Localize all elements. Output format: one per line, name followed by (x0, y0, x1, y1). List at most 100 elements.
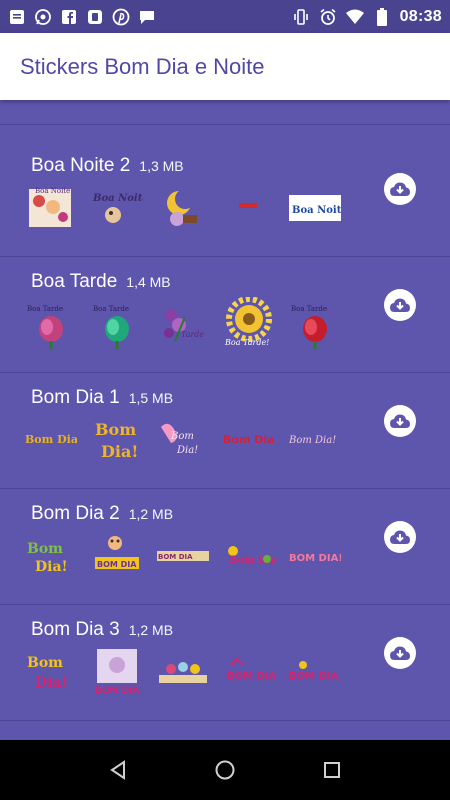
svg-text:Dia!: Dia! (35, 559, 68, 575)
download-button[interactable] (384, 521, 416, 553)
pack-size: 1,3 MB (139, 158, 184, 174)
sticker-pack-row[interactable]: Bom Dia 2 1,2 MB Bom Dia! BOM DIA BOM DIA … (0, 489, 450, 605)
cloud-download-icon (390, 530, 410, 544)
sticker-preview: BOM DIA (91, 529, 143, 581)
sticker-preview: Boa Noite (289, 181, 341, 233)
svg-text:Boa Noite: Boa Noite (35, 187, 70, 195)
sticker-pack-row[interactable]: Boa Tarde 1,4 MB Boa Tarde Boa Tarde Tard… (0, 257, 450, 373)
download-button[interactable] (384, 289, 416, 321)
svg-text:Boa Noite: Boa Noite (292, 205, 341, 216)
sticker-preview: Bom Dia! (25, 529, 77, 581)
pinterest-icon (112, 8, 130, 26)
download-button[interactable] (384, 637, 416, 669)
sticker-pack-row[interactable]: Boa Noite 2 1,3 MB Boa Noite Boa Noite Bo… (0, 141, 450, 257)
sticker-pack-row[interactable] (0, 721, 450, 740)
svg-text:Dia!: Dia! (35, 675, 68, 691)
svg-text:BOM DIA!: BOM DIA! (289, 553, 341, 564)
pack-title-line: Boa Tarde 1,4 MB (31, 271, 171, 293)
sticker-preview: BOM DIA! (289, 529, 341, 581)
sticker-preview: Boa Noite (25, 181, 77, 233)
svg-text:BOM DIA: BOM DIA (95, 686, 139, 696)
sticker-preview: Tarde (157, 297, 209, 349)
sticker-preview: Bom Dia (223, 529, 275, 581)
sticker-preview: Bom Dia! (223, 413, 275, 465)
pack-size: 1,2 MB (128, 622, 174, 638)
sticker-preview: Boa Noite (91, 181, 143, 233)
svg-text:Bom: Bom (95, 420, 136, 439)
home-circle-icon (215, 760, 235, 780)
sticker-preview: BOM DIA (289, 645, 341, 697)
sticker-pack-row[interactable]: Bom Dia 1 1,5 MB Bom Dia! Bom Dia! Bom Dia!… (0, 373, 450, 489)
sticker-previews: Boa Noite Boa Noite Boa Noite (25, 181, 341, 233)
sticker-previews: Bom Dia! BOM DIA BOM DIA Bom Dia BOM DIA! (25, 529, 341, 581)
svg-text:Bom: Bom (170, 431, 194, 442)
pack-name: Boa Noite 2 (31, 155, 131, 176)
recents-square-icon (323, 762, 340, 778)
back-triangle-icon (110, 760, 126, 780)
svg-text:Boa Tarde: Boa Tarde (27, 305, 63, 313)
message-icon (8, 8, 26, 26)
alarm-icon (319, 8, 337, 26)
svg-text:Boa Noite: Boa Noite (92, 193, 143, 204)
svg-text:BOM DIA: BOM DIA (289, 671, 339, 682)
svg-text:Boa Tarde: Boa Tarde (291, 305, 327, 313)
download-button[interactable] (384, 173, 416, 205)
sticker-previews: Bom Dia! BOM DIA BOM DIA BOM DIA (25, 645, 341, 697)
clock: 08:38 (399, 7, 442, 25)
app-bar: Stickers Bom Dia e Noite (0, 33, 450, 100)
sticker-previews: Boa Tarde Boa Tarde Tarde Boa Tarde! Boa… (25, 297, 341, 349)
facebook-icon (60, 8, 78, 26)
system-nav-bar (0, 740, 450, 800)
svg-text:Dia!: Dia! (101, 442, 138, 461)
vibrate-icon (292, 8, 310, 26)
sticker-preview: Boa Tarde (91, 297, 143, 349)
svg-text:Bom: Bom (27, 541, 63, 557)
pack-title-line: Bom Dia 2 1,2 MB (31, 503, 173, 525)
sticker-preview: BOM DIA (223, 645, 275, 697)
app-icon (86, 8, 104, 26)
sticker-pack-row[interactable]: Bom Dia 3 1,2 MB Bom Dia! BOM DIA BOM DIA … (0, 605, 450, 721)
sticker-preview: Bom Dia! (25, 645, 77, 697)
status-bar: 08:38 (0, 0, 450, 33)
sticker-preview: Bom Dia! (289, 413, 341, 465)
sticker-preview: Boa Tarde (289, 297, 341, 349)
pack-title-line: Bom Dia 3 1,2 MB (31, 619, 173, 641)
sticker-preview: Boa Tarde! (223, 297, 275, 349)
svg-text:Bom: Bom (27, 655, 63, 671)
sticker-preview: BOM DIA (157, 529, 209, 581)
svg-text:Tarde: Tarde (181, 330, 204, 339)
svg-text:Bom Dia!: Bom Dia! (223, 433, 275, 446)
home-button[interactable] (205, 750, 245, 790)
chat-icon (138, 8, 156, 26)
sticker-preview: Boa Tarde (25, 297, 77, 349)
cloud-download-icon (390, 414, 410, 428)
battery-icon (373, 7, 391, 26)
pack-name: Bom Dia 3 (31, 619, 120, 640)
wifi-icon (345, 8, 364, 26)
pack-name: Bom Dia 1 (31, 387, 120, 408)
svg-text:Boa Tarde: Boa Tarde (93, 305, 129, 313)
pack-title-line: Bom Dia 1 1,5 MB (31, 387, 173, 409)
svg-text:Boa Tarde!: Boa Tarde! (224, 338, 269, 347)
sticker-previews: Bom Dia! Bom Dia! Bom Dia! Bom Dia! Bom Di… (25, 413, 341, 465)
sticker-preview: BOM DIA (91, 645, 143, 697)
cloud-download-icon (390, 646, 410, 660)
svg-text:BOM DIA: BOM DIA (158, 553, 193, 561)
svg-text:Bom Dia!: Bom Dia! (289, 435, 336, 446)
svg-text:Dia!: Dia! (176, 445, 198, 456)
svg-text:BOM DIA: BOM DIA (97, 560, 137, 569)
pack-name: Boa Tarde (31, 271, 118, 292)
back-button[interactable] (98, 750, 138, 790)
cloud-download-icon (390, 298, 410, 312)
sticker-pack-list[interactable]: Boa Noite Boa Noite boa Boa Noite 21,3 M… (0, 33, 450, 740)
download-button[interactable] (384, 405, 416, 437)
sticker-preview (157, 645, 209, 697)
whatsapp-icon (34, 8, 52, 26)
recents-button[interactable] (312, 750, 352, 790)
pack-size: 1,4 MB (126, 274, 171, 290)
pack-name: Bom Dia 2 (31, 503, 120, 524)
cloud-download-icon (390, 182, 410, 196)
sticker-preview: Bom Dia! (157, 413, 209, 465)
app-title: Stickers Bom Dia e Noite (20, 53, 265, 79)
sticker-preview: Bom Dia! (25, 413, 77, 465)
